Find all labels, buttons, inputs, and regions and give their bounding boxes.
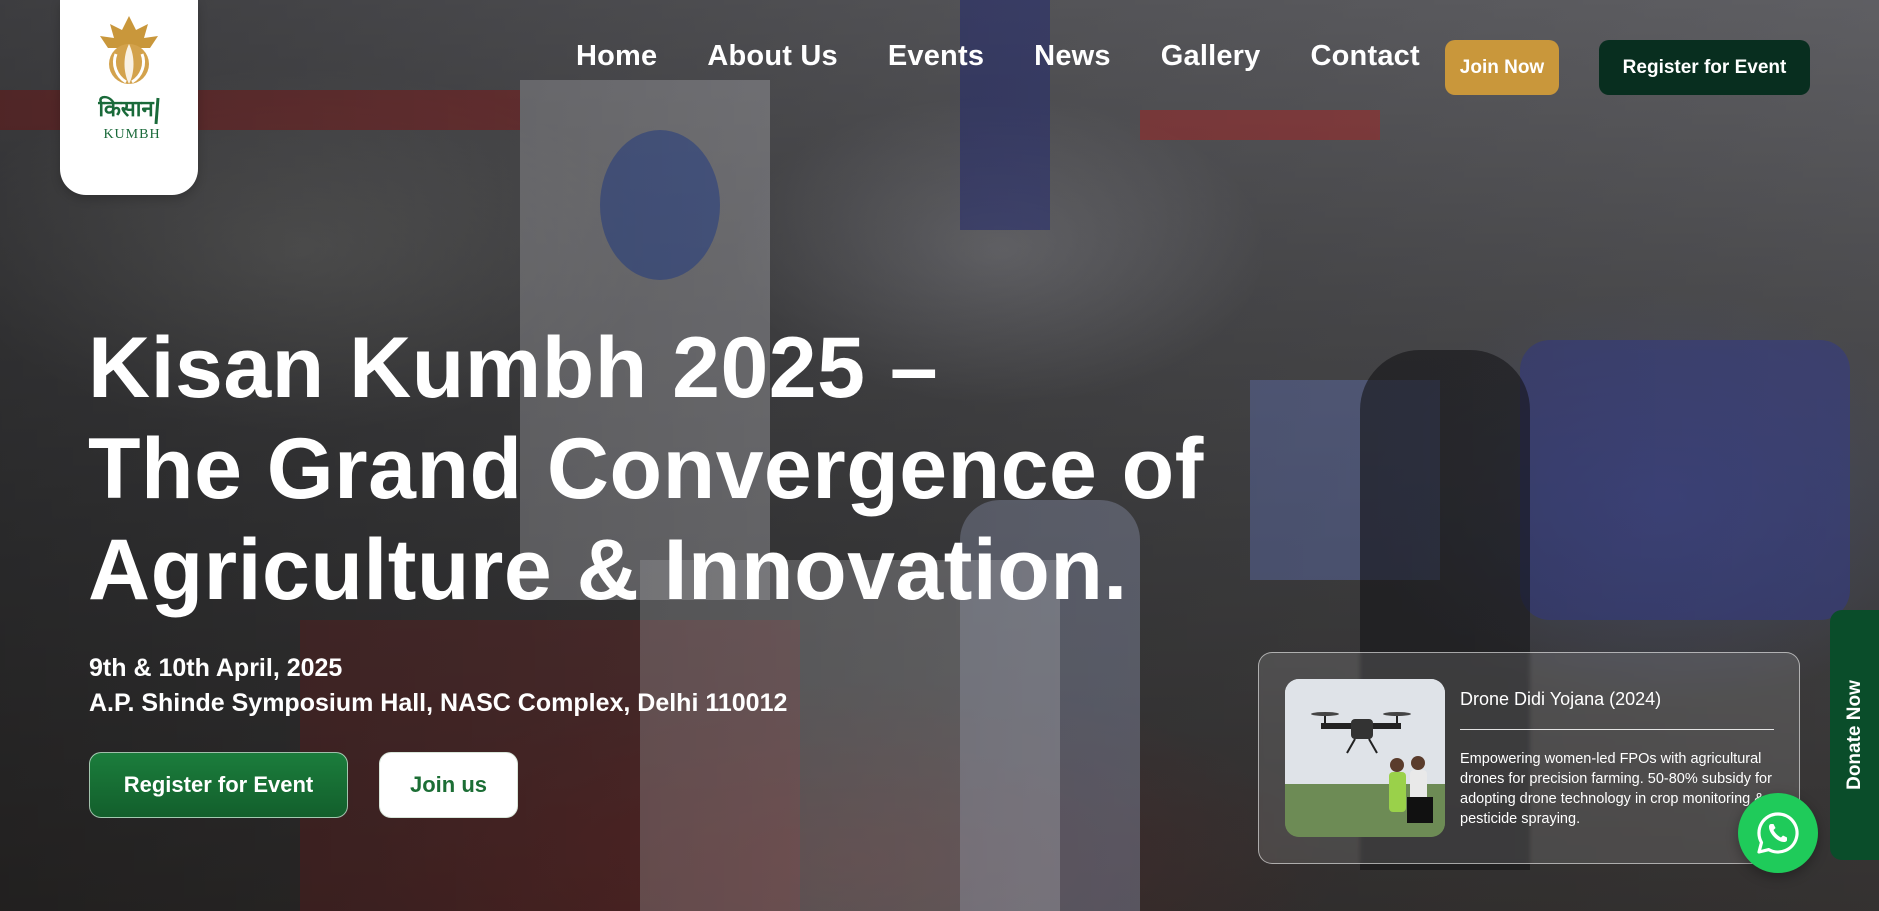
nav-contact[interactable]: Contact bbox=[1310, 40, 1419, 73]
scheme-divider bbox=[1460, 729, 1774, 730]
scheme-card[interactable]: Drone Didi Yojana (2024) Empowering wome… bbox=[1258, 652, 1800, 864]
hero-headline-line-2: The Grand Convergence of bbox=[88, 421, 1204, 517]
scheme-image bbox=[1285, 679, 1445, 837]
join-now-button[interactable]: Join Now bbox=[1445, 40, 1559, 95]
logo-hindi-text: किसान bbox=[97, 95, 154, 122]
whatsapp-icon bbox=[1757, 812, 1799, 854]
event-date: 9th & 10th April, 2025 bbox=[89, 654, 343, 682]
nav-news[interactable]: News bbox=[1034, 40, 1111, 73]
join-us-button[interactable]: Join us bbox=[379, 752, 518, 818]
nav-about-us[interactable]: About Us bbox=[707, 40, 837, 73]
logo[interactable]: किसान KUMBH bbox=[60, 0, 198, 195]
nav-gallery[interactable]: Gallery bbox=[1161, 40, 1261, 73]
register-for-event-nav-button[interactable]: Register for Event bbox=[1599, 40, 1810, 95]
event-venue: A.P. Shinde Symposium Hall, NASC Complex… bbox=[89, 689, 788, 717]
donate-now-tab[interactable]: Donate Now bbox=[1830, 610, 1879, 860]
whatsapp-button[interactable] bbox=[1738, 793, 1818, 873]
hero-headline-line-1: Kisan Kumbh 2025 – bbox=[88, 320, 939, 416]
nav-events[interactable]: Events bbox=[888, 40, 984, 73]
donate-now-label: Donate Now bbox=[1843, 680, 1865, 790]
nav-home[interactable]: Home bbox=[576, 40, 657, 73]
logo-brand-text: KUMBH bbox=[103, 127, 160, 142]
hero-headline: Kisan Kumbh 2025 – The Grand Convergence… bbox=[88, 318, 1204, 621]
scheme-title: Drone Didi Yojana (2024) bbox=[1460, 689, 1662, 709]
kisan-kumbh-logo-icon: किसान KUMBH bbox=[97, 16, 160, 142]
scheme-description: Empowering women-led FPOs with agricultu… bbox=[1460, 751, 1772, 827]
main-nav: Home About Us Events News Gallery Contac… bbox=[576, 40, 1470, 73]
register-for-event-hero-button[interactable]: Register for Event bbox=[89, 752, 348, 818]
hero-headline-line-3: Agriculture & Innovation. bbox=[88, 522, 1128, 618]
